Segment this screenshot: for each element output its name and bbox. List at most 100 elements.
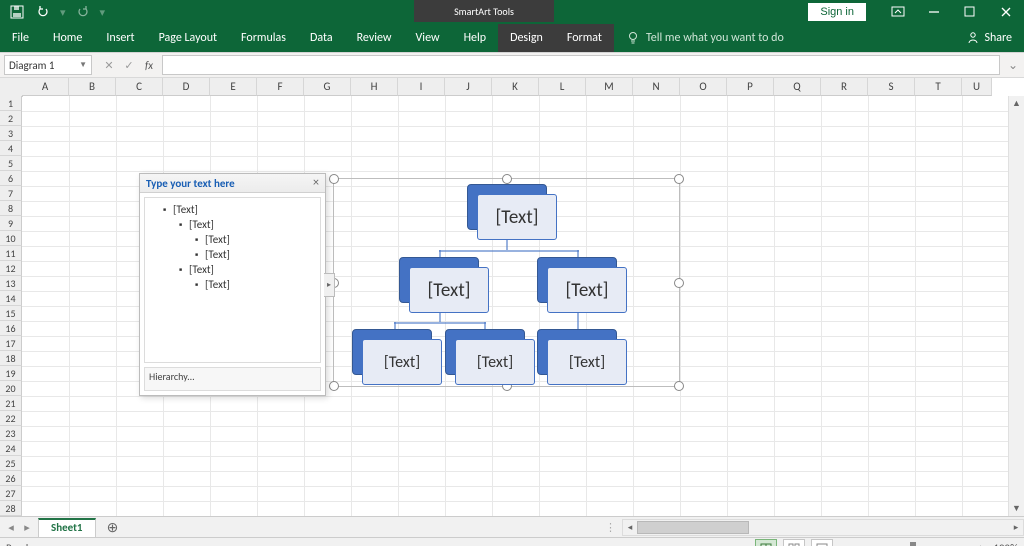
column-header-N[interactable]: N <box>633 78 680 96</box>
tab-file[interactable]: File <box>0 24 41 52</box>
worksheet-grid[interactable]: ABCDEFGHIJKLMNOPQRSTU 123456789101112131… <box>0 78 1024 516</box>
text-pane-close-icon[interactable]: × <box>313 176 319 190</box>
row-header-5[interactable]: 5 <box>0 156 22 171</box>
text-pane-header[interactable]: Type your text here × <box>140 174 325 193</box>
row-header-12[interactable]: 12 <box>0 261 22 276</box>
column-header-J[interactable]: J <box>445 78 492 96</box>
smartart-node-text[interactable]: [Text] <box>362 339 442 385</box>
close-icon[interactable] <box>988 0 1024 24</box>
smartart-selection-frame[interactable]: [Text] [Text] [Text] [Text] [Text] [Text… <box>333 178 680 387</box>
row-header-19[interactable]: 19 <box>0 366 22 381</box>
formula-bar-expand-icon[interactable]: ⌄ <box>1004 53 1022 77</box>
select-all-corner[interactable] <box>0 78 23 97</box>
cancel-formula-icon[interactable]: ✕ <box>100 56 118 74</box>
text-pane-toggle-icon[interactable]: ▸ <box>324 273 335 297</box>
row-header-25[interactable]: 25 <box>0 456 22 471</box>
scroll-right-icon[interactable]: ▸ <box>1009 522 1023 533</box>
sheet-nav-buttons[interactable]: ◂ ▸ <box>0 517 38 537</box>
row-header-11[interactable]: 11 <box>0 246 22 261</box>
text-pane-bullet[interactable]: [Text] <box>163 202 318 217</box>
resize-handle-sw[interactable] <box>329 381 339 391</box>
column-header-C[interactable]: C <box>116 78 163 96</box>
row-header-16[interactable]: 16 <box>0 321 22 336</box>
name-box-dropdown-icon[interactable]: ▼ <box>79 60 87 70</box>
text-pane-bullet[interactable]: [Text] <box>195 232 318 247</box>
row-header-18[interactable]: 18 <box>0 351 22 366</box>
row-header-7[interactable]: 7 <box>0 186 22 201</box>
sheet-tab-sheet1[interactable]: Sheet1 <box>38 518 96 537</box>
row-header-4[interactable]: 4 <box>0 141 22 156</box>
column-header-B[interactable]: B <box>69 78 116 96</box>
formula-bar[interactable] <box>162 55 1000 75</box>
smartart-text-pane[interactable]: Type your text here × [Text][Text][Text]… <box>139 173 326 396</box>
smartart-node-text[interactable]: [Text] <box>547 339 627 385</box>
smartart-node-text[interactable]: [Text] <box>547 267 627 313</box>
zoom-level-label[interactable]: 100% <box>993 542 1018 546</box>
text-pane-bullet[interactable]: [Text] <box>179 217 318 232</box>
scroll-up-icon[interactable]: ▲ <box>1009 96 1024 111</box>
row-header-21[interactable]: 21 <box>0 396 22 411</box>
insert-function-icon[interactable]: fx <box>140 56 158 74</box>
new-sheet-button[interactable]: ⊕ <box>102 517 124 537</box>
tab-help[interactable]: Help <box>452 24 499 52</box>
column-header-O[interactable]: O <box>680 78 727 96</box>
column-header-S[interactable]: S <box>868 78 915 96</box>
tab-insert[interactable]: Insert <box>94 24 146 52</box>
row-header-3[interactable]: 3 <box>0 126 22 141</box>
column-header-R[interactable]: R <box>821 78 868 96</box>
scroll-down-icon[interactable]: ▼ <box>1009 501 1024 516</box>
row-header-26[interactable]: 26 <box>0 471 22 486</box>
tab-formulas[interactable]: Formulas <box>229 24 298 52</box>
resize-handle-n[interactable] <box>502 174 512 184</box>
ribbon-display-options-icon[interactable] <box>880 0 916 24</box>
name-box[interactable]: Diagram 1 ▼ <box>4 55 92 75</box>
resize-handle-e[interactable] <box>674 278 684 288</box>
column-header-M[interactable]: M <box>586 78 633 96</box>
row-header-6[interactable]: 6 <box>0 171 22 186</box>
row-header-24[interactable]: 24 <box>0 441 22 456</box>
column-header-U[interactable]: U <box>962 78 992 96</box>
text-pane-bullet[interactable]: [Text] <box>179 262 318 277</box>
row-header-27[interactable]: 27 <box>0 486 22 501</box>
column-header-P[interactable]: P <box>727 78 774 96</box>
row-header-28[interactable]: 28 <box>0 501 22 516</box>
minimize-icon[interactable] <box>916 0 952 24</box>
sign-in-button[interactable]: Sign in <box>808 3 866 21</box>
row-headers[interactable]: 1234567891011121314151617181920212223242… <box>0 96 22 516</box>
scrollbar-thumb[interactable] <box>637 521 749 534</box>
view-normal-icon[interactable] <box>755 539 777 546</box>
qat-customize-icon[interactable]: ▾ <box>98 6 108 19</box>
row-header-9[interactable]: 9 <box>0 216 22 231</box>
resize-handle-se[interactable] <box>674 381 684 391</box>
row-header-14[interactable]: 14 <box>0 291 22 306</box>
zoom-out-icon[interactable]: − <box>839 542 853 546</box>
column-header-E[interactable]: E <box>210 78 257 96</box>
column-header-Q[interactable]: Q <box>774 78 821 96</box>
scroll-left-icon[interactable]: ◂ <box>623 522 637 533</box>
tab-view[interactable]: View <box>404 24 452 52</box>
row-header-8[interactable]: 8 <box>0 201 22 216</box>
view-page-break-icon[interactable] <box>811 539 833 546</box>
redo-icon[interactable] <box>72 1 94 23</box>
resize-handle-ne[interactable] <box>674 174 684 184</box>
sheet-nav-prev-icon[interactable]: ◂ <box>4 521 18 534</box>
tab-scroll-split-icon[interactable]: ⋮ <box>605 521 616 534</box>
row-header-10[interactable]: 10 <box>0 231 22 246</box>
resize-handle-nw[interactable] <box>329 174 339 184</box>
share-button[interactable]: Share <box>954 24 1024 52</box>
tab-design[interactable]: Design <box>498 24 555 52</box>
tab-data[interactable]: Data <box>298 24 345 52</box>
tab-home[interactable]: Home <box>41 24 94 52</box>
column-header-G[interactable]: G <box>304 78 351 96</box>
column-header-D[interactable]: D <box>163 78 210 96</box>
enter-formula-icon[interactable]: ✓ <box>120 56 138 74</box>
smartart-node-text[interactable]: [Text] <box>455 339 535 385</box>
row-header-2[interactable]: 2 <box>0 111 22 126</box>
column-header-F[interactable]: F <box>257 78 304 96</box>
column-header-T[interactable]: T <box>915 78 962 96</box>
text-pane-bullet[interactable]: [Text] <box>195 277 318 292</box>
tab-review[interactable]: Review <box>345 24 404 52</box>
smartart-node-text[interactable]: [Text] <box>477 194 557 240</box>
smartart-node-text[interactable]: [Text] <box>409 267 489 313</box>
row-header-20[interactable]: 20 <box>0 381 22 396</box>
